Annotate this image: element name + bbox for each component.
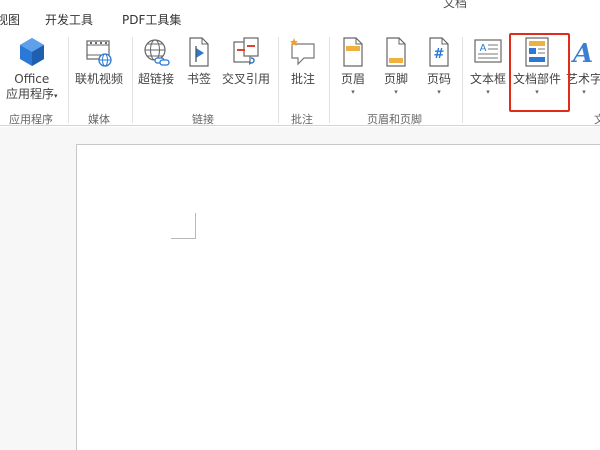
header-label: 页眉 <box>340 72 365 86</box>
dropdown-arrow-icon: ▾ <box>351 88 355 96</box>
footer-label: 页脚 <box>383 72 408 86</box>
text-box-button[interactable]: A 文本框 ▾ <box>470 36 506 96</box>
group-label-header-footer: 页眉和页脚 <box>367 113 422 126</box>
dropdown-arrow-icon: ▾ <box>486 88 490 96</box>
page-number-label: 页码 <box>426 72 451 86</box>
office-apps-icon <box>17 36 47 68</box>
wordart-button[interactable]: A 艺术字 ▾ <box>566 36 600 96</box>
tab-pdf-tools[interactable]: PDF工具集 <box>122 11 181 28</box>
group-label-apps: 应用程序 <box>9 113 53 126</box>
cross-reference-label: 交叉引用 <box>222 72 271 86</box>
office-apps-button[interactable]: Office 应用程序▾ <box>6 36 58 104</box>
hyperlink-label: 超链接 <box>138 72 175 86</box>
group-label-text: 文 <box>594 113 600 126</box>
header-button[interactable]: 页眉 ▾ <box>338 36 368 96</box>
online-video-label: 联机视频 <box>75 72 124 86</box>
bookmark-icon <box>184 36 214 68</box>
dropdown-arrow-icon: ▾ <box>437 88 441 96</box>
wordart-label: 艺术字 <box>566 72 600 86</box>
group-label-comments: 批注 <box>291 113 313 126</box>
hyperlink-icon <box>141 36 171 68</box>
bookmark-button[interactable]: 书签 <box>184 36 214 87</box>
dropdown-arrow-icon: ▾ <box>394 88 398 96</box>
bookmark-label: 书签 <box>186 72 211 86</box>
svg-text:A: A <box>570 39 593 68</box>
svg-text:#: # <box>434 47 445 62</box>
group-separator <box>329 37 330 123</box>
online-video-icon <box>84 36 114 68</box>
document-area[interactable] <box>0 127 600 450</box>
footer-button[interactable]: 页脚 ▾ <box>381 36 411 96</box>
text-box-icon: A <box>473 36 503 68</box>
office-apps-label-2: 应用程序▾ <box>6 87 58 101</box>
document-page[interactable] <box>76 144 600 450</box>
page-number-icon: # <box>424 36 454 68</box>
header-icon <box>338 36 368 68</box>
group-separator <box>278 37 279 123</box>
footer-icon <box>381 36 411 68</box>
hyperlink-button[interactable]: 超链接 <box>138 36 174 87</box>
wordart-icon: A <box>569 36 599 69</box>
group-separator <box>132 37 133 123</box>
cross-reference-icon <box>231 36 261 68</box>
text-boundary-mark <box>171 238 196 239</box>
cross-reference-button[interactable]: 交叉引用 <box>222 36 270 87</box>
comment-label: 批注 <box>290 72 315 86</box>
ribbon-tabs: 文档 视图 开发工具 PDF工具集 <box>0 0 600 30</box>
tab-developer[interactable]: 开发工具 <box>45 11 93 28</box>
online-video-button[interactable]: 联机视频 <box>75 36 123 87</box>
page-number-button[interactable]: # 页码 ▾ <box>424 36 454 96</box>
text-box-label: 文本框 <box>470 72 507 86</box>
tab-view[interactable]: 视图 <box>0 11 20 28</box>
group-label-links: 链接 <box>192 113 214 126</box>
group-separator <box>462 37 463 123</box>
office-apps-label-1: Office <box>14 72 50 86</box>
group-label-media: 媒体 <box>88 113 110 126</box>
dropdown-arrow-icon: ▾ <box>582 88 586 96</box>
comment-button[interactable]: 批注 <box>288 36 318 87</box>
group-separator <box>68 37 69 123</box>
comment-icon <box>288 36 318 68</box>
highlight-box <box>509 33 570 112</box>
text-boundary-mark <box>195 213 196 239</box>
window-title-fragment: 文档 <box>443 0 468 10</box>
svg-text:A: A <box>480 43 487 54</box>
